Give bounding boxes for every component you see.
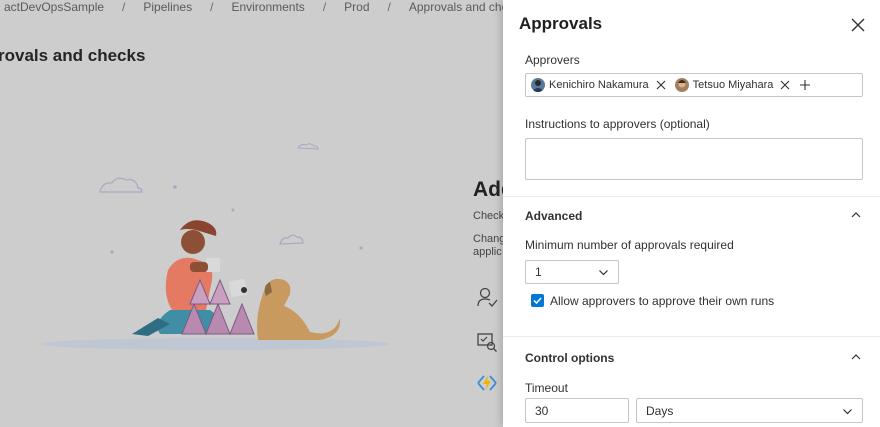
empty-state-text: Chang <box>473 233 506 245</box>
timeout-unit-value: Days <box>646 403 674 418</box>
timeout-label: Timeout <box>525 381 568 395</box>
azure-function-icon <box>477 375 497 391</box>
avatar <box>674 78 689 92</box>
approver-name: Tetsuo Miyahara <box>692 79 774 91</box>
close-icon[interactable] <box>848 15 868 35</box>
min-approvals-value: 1 <box>535 265 542 279</box>
empty-state-text: applic <box>473 246 502 258</box>
breadcrumb-item-pipelines[interactable]: Pipelines <box>139 0 196 14</box>
add-icon[interactable] <box>799 79 811 91</box>
min-approvals-dropdown[interactable]: 1 <box>525 260 619 284</box>
divider <box>503 196 880 197</box>
chevron-up-icon[interactable] <box>850 351 862 363</box>
approver-name: Kenichiro Nakamura <box>549 79 649 91</box>
avatar <box>531 78 545 92</box>
breadcrumb-separator: / <box>387 0 391 14</box>
checkmark-icon <box>533 297 542 305</box>
advanced-section-header[interactable]: Advanced <box>525 209 582 223</box>
empty-state-illustration <box>40 143 390 350</box>
page-title: rovals and checks <box>0 46 146 65</box>
timeout-unit-dropdown[interactable]: Days <box>636 398 863 423</box>
breadcrumb: actDevOpsSample / Pipelines / Environmen… <box>0 0 530 14</box>
approvers-picker[interactable]: Kenichiro Nakamura Tetsuo Miyahara <box>525 73 863 97</box>
min-approvals-label: Minimum number of approvals required <box>525 238 734 252</box>
breadcrumb-separator: / <box>122 0 126 14</box>
chip-remove-icon[interactable] <box>655 79 667 91</box>
approver-chip: Kenichiro Nakamura <box>531 76 671 94</box>
chevron-up-icon[interactable] <box>850 209 862 221</box>
panel-title: Approvals <box>519 14 603 33</box>
empty-state-text: Check <box>473 210 505 222</box>
chip-remove-icon[interactable] <box>779 79 791 91</box>
breadcrumb-item-project[interactable]: actDevOpsSample <box>0 0 108 14</box>
approvers-label: Approvers <box>525 53 580 67</box>
breadcrumb-item-environments[interactable]: Environments <box>227 0 308 14</box>
instructions-label: Instructions to approvers (optional) <box>525 117 710 131</box>
allow-self-approve-checkbox[interactable] <box>531 294 544 307</box>
monitor-check-icon <box>477 333 497 352</box>
approvals-panel: Approvals Approvers Kenichiro Nakamura T… <box>503 0 880 427</box>
approver-chip: Tetsuo Miyahara <box>674 76 796 94</box>
user-check-icon <box>477 287 498 307</box>
breadcrumb-item-prod[interactable]: Prod <box>340 0 373 14</box>
divider <box>503 336 880 337</box>
instructions-textarea[interactable] <box>525 138 863 180</box>
breadcrumb-separator: / <box>322 0 327 14</box>
timeout-value: 30 <box>535 403 549 418</box>
breadcrumb-separator: / <box>210 0 214 14</box>
control-options-section-header[interactable]: Control options <box>525 351 614 365</box>
chevron-down-icon <box>843 408 852 414</box>
allow-self-approve-label[interactable]: Allow approvers to approve their own run… <box>550 294 774 308</box>
timeout-input[interactable]: 30 <box>525 398 629 423</box>
chevron-down-icon <box>599 270 608 276</box>
